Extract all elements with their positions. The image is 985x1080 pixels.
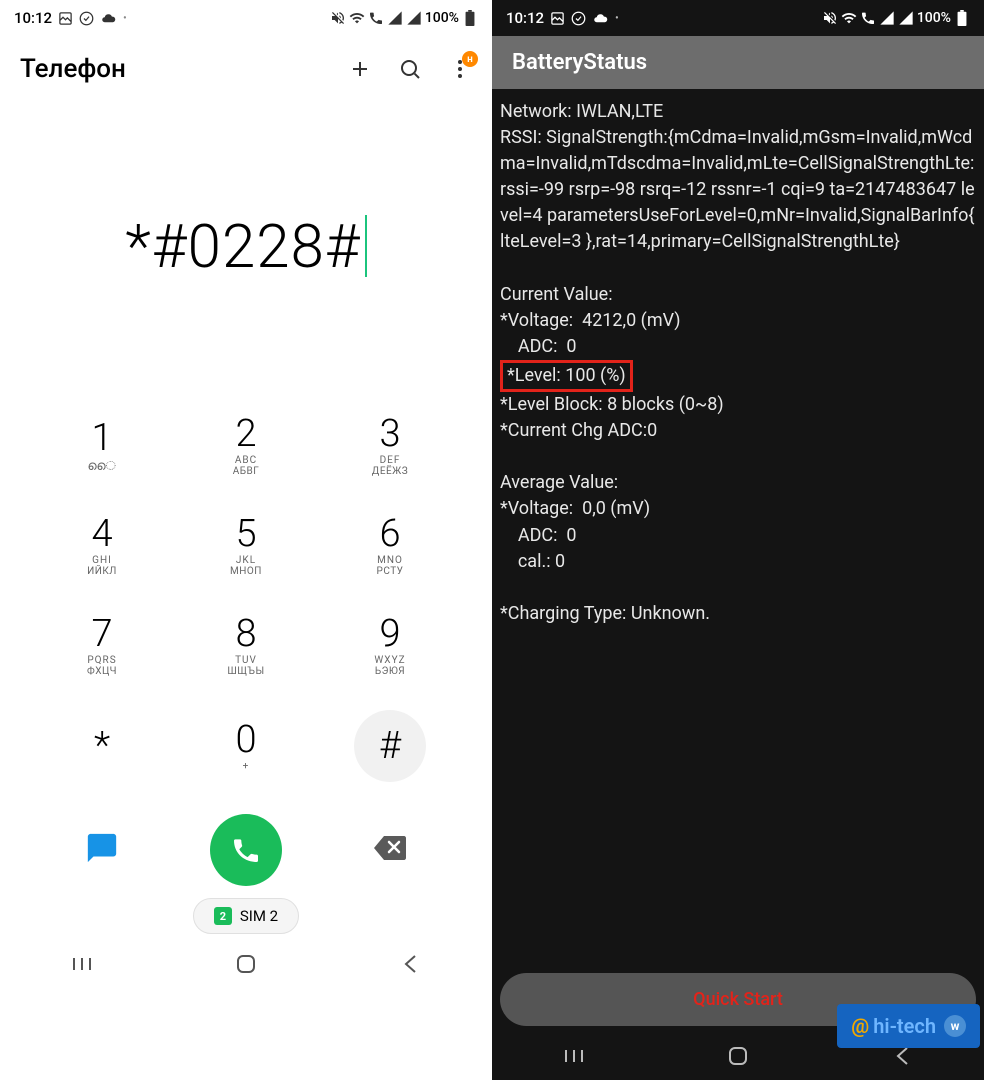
status-bar: 10:12 • 100%	[0, 0, 492, 36]
phone-screen-dialer: 10:12 • 100% Телефон	[0, 0, 492, 1080]
signal-icon-2	[898, 10, 914, 26]
notification-badge: н	[462, 51, 478, 67]
status-bar: 10:12 • 100%	[492, 0, 984, 36]
sim-selector[interactable]: 2 SIM 2	[193, 898, 299, 934]
battery-status-text: Network: IWLAN,LTE RSSI: SignalStrength:…	[492, 89, 984, 973]
vk-icon: w	[944, 1015, 966, 1037]
dial-pad: 1ൈ 2ABCАБВГ 3DEFДЕЁЖЗ 4GHIИЙКЛ 5JKLМНОП …	[0, 396, 492, 796]
mute-icon	[330, 10, 346, 26]
search-button[interactable]	[398, 57, 422, 81]
phone-screen-battery-status: 10:12 • 100% BatteryStatus Network: IWLA…	[492, 0, 984, 1080]
screen-title: BatteryStatus	[492, 36, 984, 89]
status-time: 10:12	[506, 9, 544, 27]
add-button[interactable]	[348, 57, 372, 81]
level-line-highlighted: *Level: 100 (%)	[500, 360, 633, 392]
call-status-icon	[860, 10, 876, 26]
current-chg-line: *Current Chg ADC:0	[500, 420, 657, 441]
mute-icon	[822, 10, 838, 26]
status-dot: •	[615, 13, 619, 24]
key-8[interactable]: 8TUVШЩЪЫ	[174, 596, 318, 696]
dialed-number: *#0228#	[125, 211, 360, 282]
app-header: Телефон н	[0, 36, 492, 96]
wifi-icon	[841, 10, 857, 26]
messages-button[interactable]	[85, 831, 119, 869]
check-circle-icon	[79, 11, 94, 26]
level-block-line: *Level Block: 8 blocks (0~8)	[500, 394, 724, 415]
gallery-icon	[58, 11, 73, 26]
key-6[interactable]: 6MNOРСТУ	[318, 496, 462, 596]
average-value-header: Average Value:	[500, 472, 618, 493]
signal-icon-1	[387, 10, 403, 26]
app-title: Телефон	[20, 54, 126, 84]
current-value-header: Current Value:	[500, 284, 613, 305]
key-2[interactable]: 2ABCАБВГ	[174, 396, 318, 496]
sim-chip-icon: 2	[214, 907, 232, 925]
key-7[interactable]: 7PQRSФХЦЧ	[30, 596, 174, 696]
key-5[interactable]: 5JKLМНОП	[174, 496, 318, 596]
key-1[interactable]: 1ൈ	[30, 396, 174, 496]
avg-voltage-line: *Voltage: 0,0 (mV)	[500, 498, 650, 519]
more-menu-button[interactable]: н	[448, 57, 472, 81]
key-9[interactable]: 9WXYZЬЭЮЯ	[318, 596, 462, 696]
network-line: Network: IWLAN,LTE	[500, 101, 663, 122]
status-time: 10:12	[14, 9, 52, 27]
sim-label: SIM 2	[240, 907, 278, 925]
battery-icon	[954, 10, 970, 26]
rssi-line: RSSI: SignalStrength:{mCdma=Invalid,mGsm…	[500, 127, 979, 252]
key-0[interactable]: 0+	[174, 696, 318, 796]
key-3[interactable]: 3DEFДЕЁЖЗ	[318, 396, 462, 496]
battery-icon	[462, 10, 478, 26]
back-nav-button[interactable]	[398, 952, 422, 976]
key-4[interactable]: 4GHIИЙКЛ	[30, 496, 174, 596]
signal-icon-2	[406, 10, 422, 26]
call-status-icon	[368, 10, 384, 26]
wifi-icon	[349, 10, 365, 26]
avg-cal-line: cal.: 0	[500, 551, 565, 572]
check-circle-icon	[571, 11, 586, 26]
charging-type-line: *Charging Type: Unknown.	[500, 603, 710, 624]
battery-pct: 100%	[917, 10, 951, 26]
cloud-icon	[592, 11, 609, 26]
backspace-button[interactable]	[372, 834, 408, 866]
adc-line: ADC: 0	[500, 336, 577, 357]
key-hash[interactable]: #	[354, 710, 426, 782]
call-button[interactable]	[210, 814, 282, 886]
nav-bar	[0, 940, 492, 988]
status-dot: •	[123, 13, 127, 24]
gallery-icon	[550, 11, 565, 26]
voltage-line: *Voltage: 4212,0 (mV)	[500, 310, 681, 331]
avg-adc-line: ADC: 0	[500, 525, 577, 546]
dialed-number-area: *#0228#	[0, 96, 492, 396]
key-star[interactable]: *	[30, 696, 174, 796]
watermark-badge: @hi-tech w	[837, 1004, 980, 1048]
text-cursor	[365, 215, 367, 277]
cloud-icon	[100, 11, 117, 26]
recents-nav-button[interactable]	[70, 952, 94, 976]
home-nav-button[interactable]	[234, 952, 258, 976]
battery-pct: 100%	[425, 10, 459, 26]
home-nav-button[interactable]	[726, 1044, 750, 1068]
recents-nav-button[interactable]	[562, 1044, 586, 1068]
signal-icon-1	[879, 10, 895, 26]
